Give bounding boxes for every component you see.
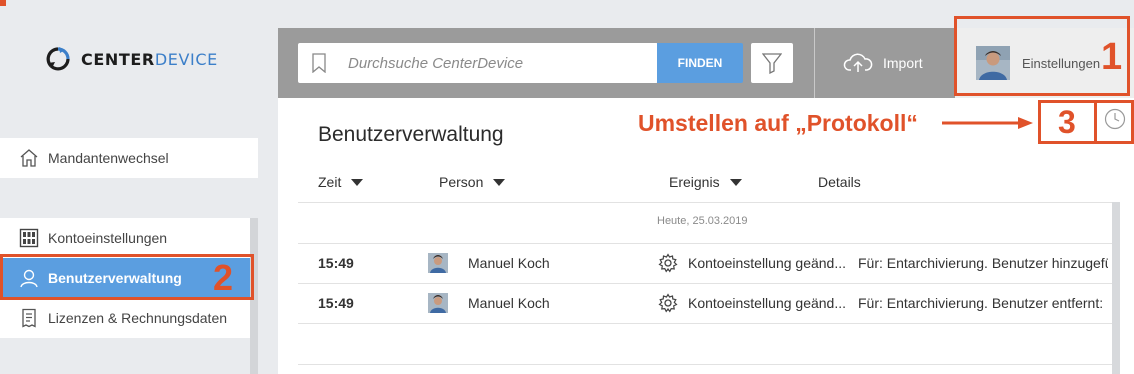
row-divider: [298, 323, 1120, 324]
row-divider: [298, 364, 1120, 365]
sort-caret-icon: [493, 178, 506, 186]
annotation-divider: [1094, 103, 1097, 141]
table-scrollbar[interactable]: [1112, 202, 1120, 374]
column-header-ereignis[interactable]: Ereignis: [669, 174, 742, 190]
row-details: Für: Entarchivierung. Benutzer hinzugefü: [858, 255, 1108, 271]
column-header-zeit[interactable]: Zeit: [318, 174, 364, 190]
row-person: Manuel Koch: [468, 295, 550, 311]
row-time: 15:49: [318, 295, 354, 311]
search-box[interactable]: [298, 43, 658, 83]
annotation-number-3: 3: [1058, 104, 1076, 140]
sort-caret-icon: [729, 178, 742, 186]
sidebar-item-label: Mandantenwechsel: [48, 150, 169, 166]
logo-text: CENTERDEVICE: [81, 49, 218, 69]
sidebar-item-mandantenwechsel[interactable]: Mandantenwechsel: [0, 138, 258, 178]
gear-icon: [658, 283, 678, 323]
bookmark-icon[interactable]: [312, 53, 326, 73]
filter-icon: [762, 53, 782, 74]
annotation-number-2: 2: [213, 257, 234, 298]
sidebar-item-lizenzen[interactable]: Lizenzen & Rechnungsdaten: [0, 298, 258, 338]
row-event: Kontoeinstellung geänd...: [688, 295, 846, 311]
import-button[interactable]: Import: [814, 28, 946, 98]
date-separator: Heute, 25.03.2019: [657, 215, 748, 227]
row-event: Kontoeinstellung geänd...: [688, 255, 846, 271]
table-row[interactable]: 15:49 Manuel Koch Kontoeinstellung geänd…: [298, 283, 1120, 323]
sidebar-item-label: Kontoeinstellungen: [48, 230, 168, 246]
page-title: Benutzerverwaltung: [318, 123, 504, 146]
annotation-box-3: [1038, 100, 1134, 144]
filter-button[interactable]: [751, 43, 793, 83]
column-header-details: Details: [818, 174, 861, 190]
grid-icon: [18, 227, 40, 249]
row-details: Für: Entarchivierung. Benutzer entfernt:…: [858, 295, 1108, 311]
app-logo[interactable]: CENTERDEVICE: [45, 46, 218, 72]
row-time: 15:49: [318, 255, 354, 271]
table-row[interactable]: 15:49 Manuel Koch Kontoeinstellung geänd…: [298, 243, 1120, 283]
gear-icon: [658, 243, 678, 283]
sidebar-item-kontoeinstellungen[interactable]: Kontoeinstellungen: [0, 218, 258, 258]
avatar: [428, 253, 448, 273]
column-header-person[interactable]: Person: [439, 174, 506, 190]
annotation-number-1: 1: [1101, 36, 1123, 78]
sidebar-item-label: Lizenzen & Rechnungsdaten: [48, 310, 228, 326]
annotation-placeholder: [0, 0, 6, 6]
annotation-arrow-icon: [942, 117, 1033, 129]
avatar: [428, 293, 448, 313]
sort-caret-icon: [351, 178, 364, 186]
search-input[interactable]: [348, 54, 648, 72]
home-icon: [18, 147, 40, 169]
header-divider: [298, 202, 1120, 203]
import-label: Import: [883, 55, 923, 71]
row-person: Manuel Koch: [468, 255, 550, 271]
receipt-icon: [18, 307, 40, 329]
cloud-upload-icon: [843, 53, 873, 72]
annotation-text: Umstellen auf „Protokoll“: [638, 110, 918, 136]
logo-icon: [46, 47, 70, 71]
find-button[interactable]: FINDEN: [657, 43, 743, 83]
